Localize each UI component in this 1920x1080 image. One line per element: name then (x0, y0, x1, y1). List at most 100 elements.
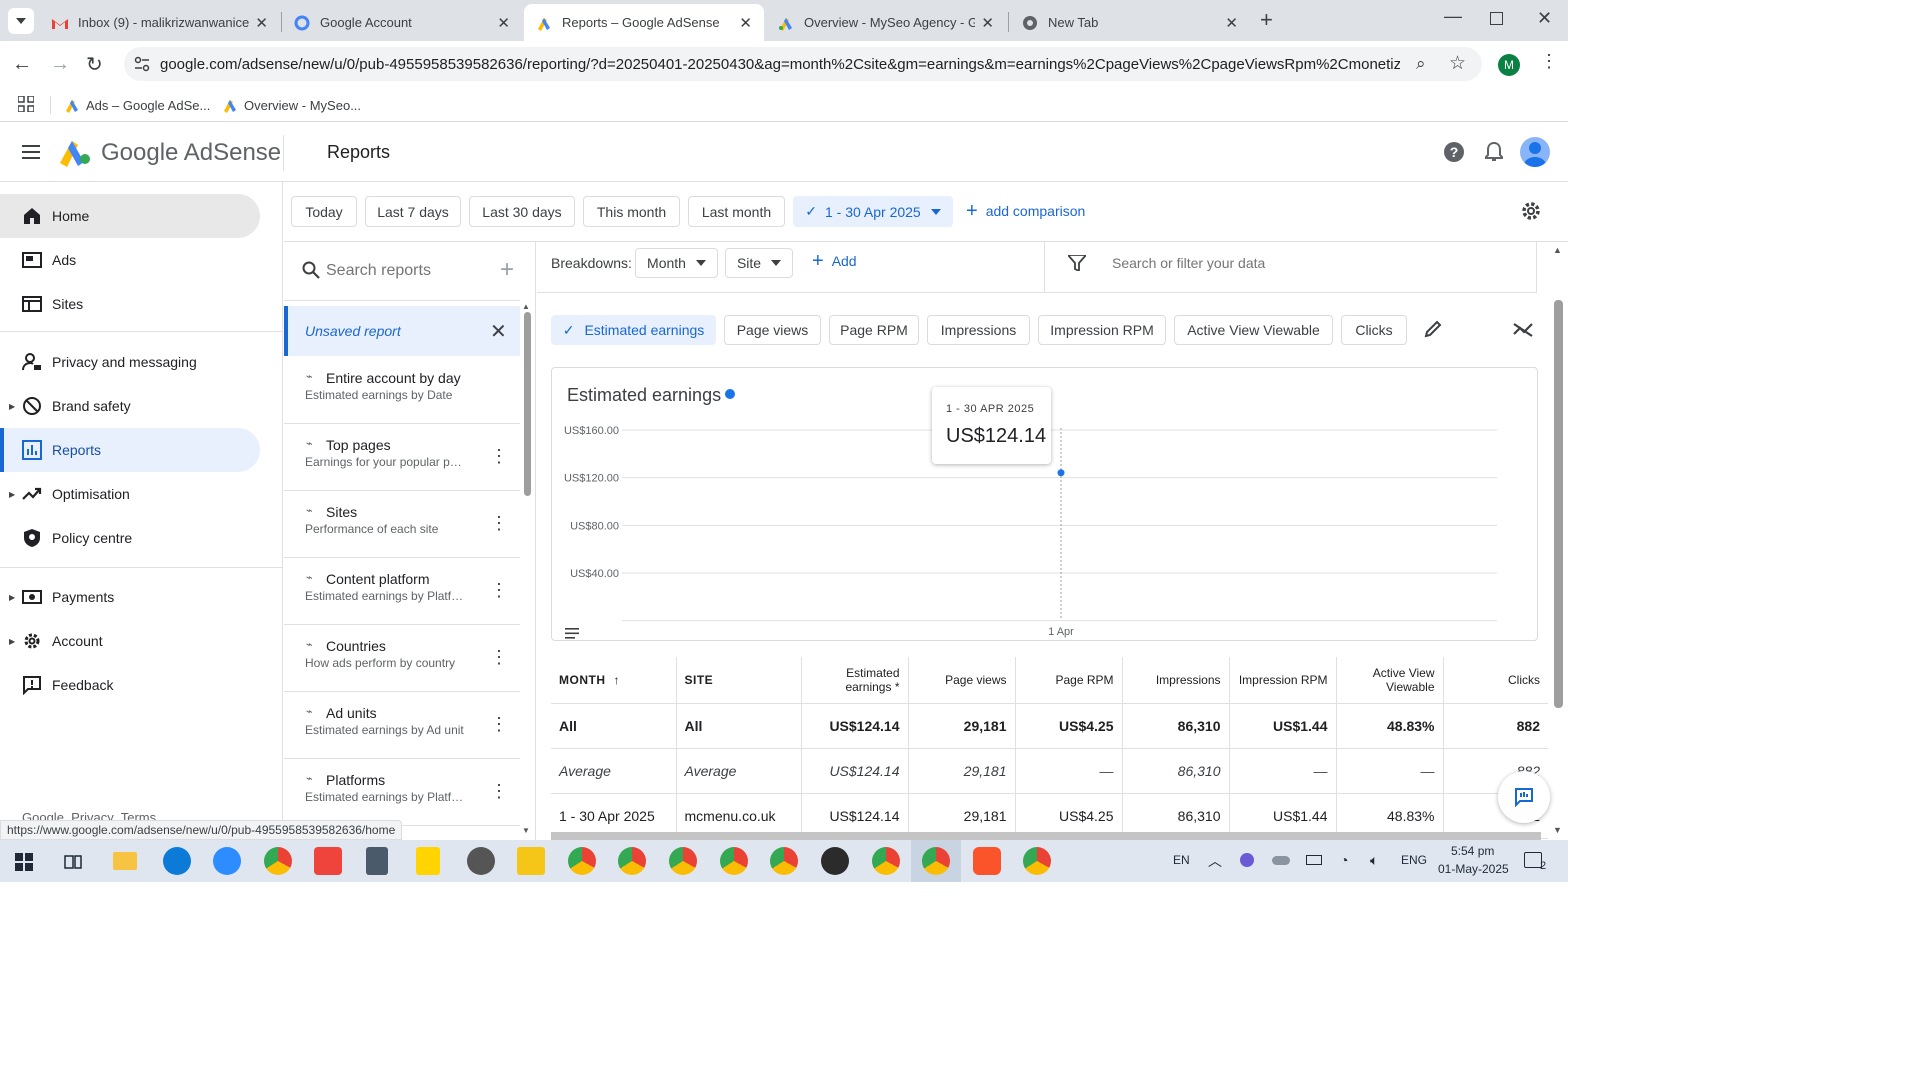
column-header-site[interactable]: SITE (676, 657, 802, 704)
chrome-profile-icon[interactable] (568, 847, 596, 875)
account-avatar[interactable] (1520, 137, 1550, 167)
close-icon[interactable]: ✕ (490, 319, 507, 344)
scroll-up-arrow-icon[interactable]: ▲ (522, 302, 530, 311)
nav-item-payments[interactable]: ▶ Payments (0, 575, 260, 619)
brave-icon[interactable] (973, 847, 1001, 875)
reload-button[interactable]: ↻ (86, 52, 103, 77)
nav-item-account[interactable]: ▶ Account (0, 619, 260, 663)
metric-chip-impression-rpm[interactable]: Impression RPM (1038, 315, 1166, 345)
table-horizontal-scrollbar[interactable] (551, 832, 1541, 840)
column-header-page-rpm[interactable]: Page RPM (1015, 657, 1123, 704)
site-info-icon[interactable] (134, 56, 150, 77)
report-item[interactable]: ⌁ Content platform Estimated earnings by … (284, 559, 520, 625)
chrome-profile-icon[interactable] (618, 847, 646, 875)
column-header-impression-rpm[interactable]: Impression RPM (1229, 657, 1337, 704)
battery-icon[interactable] (1306, 855, 1322, 865)
metric-chip-active-view-viewable[interactable]: Active View Viewable (1174, 315, 1333, 345)
settings-gear-icon[interactable] (1520, 200, 1542, 227)
date-preset-last-7-days[interactable]: Last 7 days (365, 196, 461, 227)
tray-overflow-icon[interactable]: ︿ (1208, 851, 1222, 871)
close-icon[interactable]: ✕ (255, 14, 268, 32)
more-vert-icon[interactable]: ⋮ (490, 782, 508, 800)
browser-tab[interactable]: Inbox (9) - malikrizwanwanice@ ✕ (40, 4, 280, 41)
zoom-icon[interactable] (213, 847, 241, 875)
chart-toggle-icon[interactable] (1513, 320, 1533, 343)
bookmark-item[interactable]: Overview - MySeo... (222, 94, 361, 116)
apps-icon[interactable] (17, 95, 35, 117)
more-vert-icon[interactable]: ⋮ (490, 447, 508, 465)
clock-time[interactable]: 5:54 pm (1451, 844, 1494, 858)
nav-item-sites[interactable]: Sites (0, 282, 260, 326)
nav-item-optimisation[interactable]: ▶ Optimisation (0, 472, 260, 516)
column-header-estimated-earnings[interactable]: Estimated earnings * (801, 657, 909, 704)
nav-item-ads[interactable]: Ads (0, 238, 260, 282)
chrome-profile-icon[interactable] (770, 847, 798, 875)
nav-item-privacy[interactable]: Privacy and messaging (0, 340, 260, 384)
windows-start-icon[interactable] (15, 853, 33, 876)
close-icon[interactable]: ✕ (739, 14, 752, 32)
main-scrollbar[interactable] (1554, 300, 1563, 708)
zoom-icon[interactable]: ⌕ (1416, 54, 1426, 74)
chrome-profile-icon[interactable] (669, 847, 697, 875)
notifications-icon[interactable] (1485, 141, 1503, 167)
star-icon[interactable]: ☆ (1449, 52, 1466, 75)
tab-list-button[interactable] (8, 8, 34, 34)
profile-avatar[interactable]: M (1498, 54, 1520, 76)
browser-tab-active[interactable]: Reports – Google AdSense ✕ (524, 4, 764, 41)
more-vert-icon[interactable]: ⋮ (490, 514, 508, 532)
minimize-button[interactable]: — (1444, 6, 1462, 27)
input-language[interactable]: EN (1173, 853, 1190, 867)
date-preset-this-month[interactable]: This month (583, 196, 680, 227)
browser-tab[interactable]: Google Account ✕ (282, 4, 522, 41)
metric-chip-impressions[interactable]: Impressions (927, 315, 1030, 345)
more-vert-icon[interactable]: ⋮ (490, 648, 508, 666)
scroll-up-arrow-icon[interactable]: ▲ (1553, 245, 1562, 255)
nav-item-feedback[interactable]: Feedback (0, 663, 260, 707)
data-point[interactable] (1057, 469, 1065, 477)
anydesk-icon[interactable] (314, 847, 342, 875)
report-item[interactable]: ⌁ Platforms Estimated earnings by Platfo.… (284, 760, 520, 826)
sticky-notes-icon[interactable] (416, 847, 440, 875)
date-range-selector[interactable]: ✓ 1 - 30 Apr 2025 (793, 196, 953, 227)
browser-tab[interactable]: New Tab ✕ (1010, 4, 1250, 41)
add-breakdown-button[interactable]: + Add (812, 251, 857, 271)
filter-icon[interactable] (1066, 254, 1088, 276)
column-header-active-view-viewable[interactable]: Active View Viewable (1336, 657, 1444, 704)
volume-icon[interactable]: 🔈︎ (1370, 852, 1378, 869)
scroll-down-arrow-icon[interactable]: ▼ (522, 826, 530, 835)
chrome-profile-icon[interactable] (922, 847, 950, 875)
reports-scrollbar[interactable] (524, 312, 531, 496)
close-icon[interactable]: ✕ (981, 14, 994, 32)
search-reports-input[interactable] (326, 258, 486, 284)
report-item[interactable]: ⌁ Countries How ads perform by country ⋮ (284, 626, 520, 692)
report-item[interactable]: ⌁ Ad units Estimated earnings by Ad unit … (284, 693, 520, 759)
tray-app-icon[interactable] (1240, 853, 1254, 867)
help-icon[interactable]: ? (1444, 142, 1464, 162)
metric-chip-page-views[interactable]: Page views (724, 315, 821, 345)
close-icon[interactable]: ✕ (497, 14, 510, 32)
task-view-icon[interactable] (64, 853, 82, 876)
file-explorer-icon[interactable] (113, 852, 137, 870)
column-header-clicks[interactable]: Clicks (1443, 657, 1548, 704)
unsaved-report-item[interactable]: Unsaved report ✕ (284, 306, 520, 356)
column-header-impressions[interactable]: Impressions (1122, 657, 1230, 704)
hamburger-menu-icon[interactable] (22, 145, 40, 164)
back-button[interactable]: ← (12, 53, 32, 76)
chrome-profile-icon[interactable] (720, 847, 748, 875)
date-preset-today[interactable]: Today (291, 196, 357, 227)
metric-chip-estimated-earnings[interactable]: ✓ Estimated earnings (551, 315, 716, 345)
edge-icon[interactable] (163, 847, 191, 875)
scroll-down-arrow-icon[interactable]: ▼ (1553, 825, 1562, 835)
metric-chip-page-rpm[interactable]: Page RPM (829, 315, 919, 345)
browser-menu-icon[interactable]: ⋮ (1540, 52, 1558, 70)
more-vert-icon[interactable]: ⋮ (490, 581, 508, 599)
metric-chip-clicks[interactable]: Clicks (1341, 315, 1407, 345)
date-preset-last-month[interactable]: Last month (688, 196, 785, 227)
nav-item-home[interactable]: Home (0, 194, 260, 238)
close-icon[interactable]: ✕ (1225, 14, 1238, 32)
app-icon[interactable] (467, 847, 495, 875)
address-bar[interactable]: google.com/adsense/new/u/0/pub-495595853… (124, 47, 1482, 81)
filter-data-input[interactable] (1112, 252, 1512, 274)
report-item[interactable]: ⌁ Entire account by day Estimated earning… (284, 358, 520, 424)
forward-button[interactable]: → (50, 53, 70, 76)
